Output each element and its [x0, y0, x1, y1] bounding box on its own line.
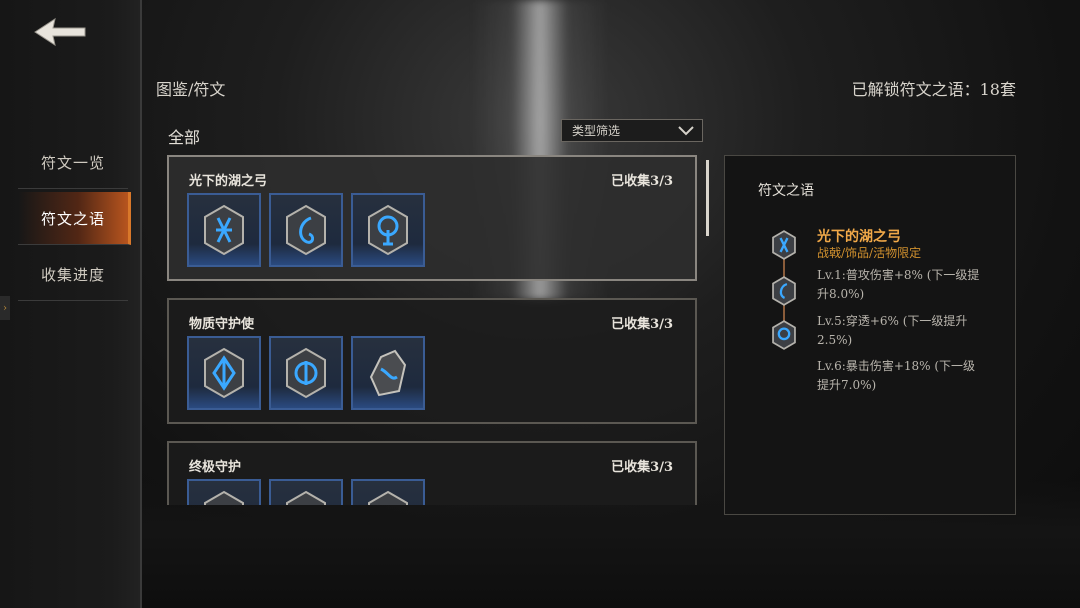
- rune-orb-icon: [286, 347, 326, 399]
- rune-slot[interactable]: [187, 336, 261, 410]
- runeword-effect: Lv.6:暴击伤害+18% (下一级提升7.0%): [817, 359, 976, 392]
- type-filter-dropdown[interactable]: 类型筛选: [561, 119, 703, 142]
- list-scrollbar[interactable]: [706, 160, 709, 236]
- runeword-effect: Lv.5:穿透+6% (下一级提升2.5%): [817, 314, 968, 347]
- rune-slot[interactable]: [351, 193, 425, 267]
- runeword-name: 物质守护使: [189, 317, 255, 332]
- rune-keyhole-icon: [368, 204, 408, 256]
- rune-shard-icon: [369, 349, 407, 397]
- unlocked-count: 已解锁符文之语：18套: [851, 80, 1016, 99]
- rune-plain-icon: [368, 490, 408, 505]
- rune-diamond-icon: [204, 347, 244, 399]
- runeword-detail-restriction: 战戟/饰品/活物限定: [817, 246, 922, 260]
- collected-count: 已收集3/3: [611, 317, 673, 332]
- detail-title: 符文之语: [758, 183, 814, 199]
- runeword-name: 终极守护: [189, 460, 242, 475]
- rune-slot[interactable]: [187, 479, 261, 505]
- back-arrow-icon: [34, 17, 86, 47]
- rune-slot[interactable]: [187, 193, 261, 267]
- collected-count: 已收集3/3: [611, 460, 673, 475]
- rune-swirl-icon: [772, 276, 796, 306]
- runeword-effect: Lv.1:普攻伤害+8% (下一级提升8.0%): [817, 268, 980, 301]
- sidebar-item-label: 收集进度: [40, 265, 105, 284]
- chevron-right-icon: ›: [3, 302, 7, 314]
- sidebar-item-label: 符文一览: [40, 153, 105, 172]
- rune-slot[interactable]: [269, 193, 343, 267]
- rune-x-icon: [204, 204, 244, 256]
- rune-plain-icon: [204, 490, 244, 505]
- rune-plain-icon: [286, 490, 326, 505]
- runeword-card[interactable]: 光下的湖之弓 已收集3/3: [167, 155, 697, 281]
- sidebar-item-rune-list[interactable]: 符文一览: [18, 136, 128, 189]
- rune-slot[interactable]: [269, 336, 343, 410]
- runeword-list[interactable]: 光下的湖之弓 已收集3/3 物质守护使 已收集3/3 终极守护 已收集3/3: [167, 155, 699, 505]
- runeword-card[interactable]: 物质守护使 已收集3/3: [167, 298, 697, 424]
- chevron-down-icon: [678, 125, 694, 135]
- runeword-detail-name: 光下的湖之弓: [817, 229, 901, 245]
- section-title: 全部: [168, 128, 201, 147]
- runeword-name: 光下的湖之弓: [189, 174, 268, 189]
- rune-slot[interactable]: [269, 479, 343, 505]
- filter-label: 类型筛选: [572, 124, 621, 138]
- sidebar-item-collection-progress[interactable]: 收集进度: [18, 248, 128, 301]
- rune-slot[interactable]: [351, 336, 425, 410]
- sidebar-toggle-button[interactable]: ›: [0, 296, 10, 320]
- sidebar: 符文一览 符文之语 收集进度 ›: [0, 0, 142, 608]
- rune-swirl-icon: [286, 204, 326, 256]
- rune-x-icon: [772, 230, 796, 260]
- runeword-card[interactable]: 终极守护 已收集3/3: [167, 441, 697, 505]
- sidebar-item-label: 符文之语: [40, 209, 105, 228]
- back-button[interactable]: [30, 14, 90, 50]
- collected-count: 已收集3/3: [611, 174, 673, 189]
- breadcrumb: 图鉴/符文: [156, 80, 226, 99]
- runeword-detail-panel: 符文之语 光下的湖之弓 战戟/饰品/活物限定 Lv.1:普攻伤害+8% (下一级…: [724, 155, 1016, 515]
- sidebar-item-runewords[interactable]: 符文之语: [18, 192, 131, 245]
- rune-keyhole-icon: [772, 320, 796, 350]
- rune-slot[interactable]: [351, 479, 425, 505]
